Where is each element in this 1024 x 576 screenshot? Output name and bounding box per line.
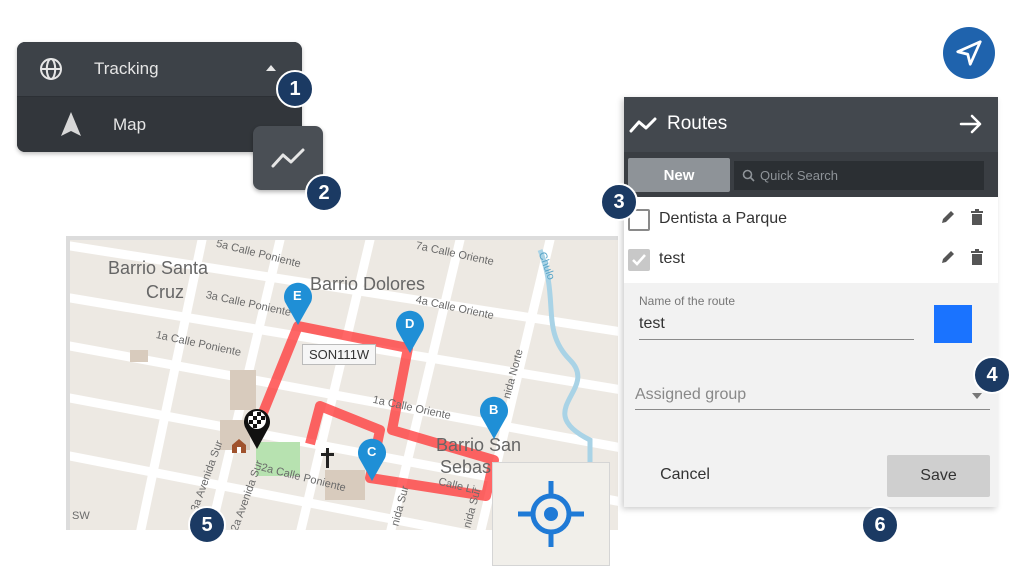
assigned-group-underline [635, 409, 990, 410]
route-row[interactable]: Dentista a Parque [624, 199, 998, 239]
vehicle-plate-label[interactable]: SON111W [302, 344, 377, 365]
new-route-button[interactable]: New [628, 158, 730, 192]
route-row[interactable]: test [624, 239, 998, 279]
save-button[interactable]: Save [887, 455, 990, 497]
edit-pencil-icon[interactable] [940, 209, 956, 225]
trash-icon[interactable] [970, 249, 984, 265]
routes-panel-header: Routes [624, 97, 998, 152]
caret-up-icon [266, 65, 276, 71]
route-name-input[interactable]: test [639, 315, 665, 333]
route-name: Dentista a Parque [659, 210, 788, 227]
menu-label-tracking: Tracking [94, 59, 159, 78]
marker-letter: B [489, 402, 499, 417]
navigation-button[interactable] [943, 27, 995, 79]
route-name-underline [639, 339, 914, 340]
vehicle-plate-text: SON111W [309, 347, 370, 362]
map-pin-icon [284, 282, 312, 325]
check-icon [632, 254, 646, 266]
route-checkbox[interactable] [628, 249, 650, 271]
map-pin-icon [396, 310, 424, 353]
routes-toolbar: New Quick Search [624, 152, 998, 197]
globe-icon [40, 58, 62, 80]
route-marker-c[interactable]: C [356, 436, 388, 487]
marker-letter: E [293, 288, 302, 303]
cancel-button[interactable]: Cancel [639, 457, 731, 493]
routes-panel: Routes New Quick Search Dentista a Parqu… [624, 97, 998, 507]
crosshair-icon [518, 481, 584, 547]
route-name-label: Name of the route [639, 294, 736, 308]
search-placeholder: Quick Search [760, 168, 839, 183]
route-marker-d[interactable]: D [394, 308, 426, 359]
search-icon [742, 169, 755, 182]
map-pin-icon [358, 438, 386, 481]
route-marker-e[interactable]: E [282, 280, 314, 331]
menu-label-map: Map [113, 115, 147, 134]
church-icon [232, 439, 246, 453]
map-pin-icon [480, 396, 508, 439]
dropdown-arrow-icon[interactable] [972, 393, 982, 399]
navigation-arrow-icon [61, 112, 81, 136]
callout-badge-2: 2 [305, 174, 343, 212]
route-line-icon [629, 117, 657, 133]
district-label: Cruz [146, 282, 185, 302]
quick-search-input[interactable]: Quick Search [734, 161, 984, 190]
cross-icon [321, 448, 334, 468]
callout-badge-5: 5 [188, 506, 226, 544]
callout-badge-4: 4 [973, 356, 1011, 394]
arrow-right-icon[interactable] [959, 113, 983, 135]
route-name: test [659, 250, 685, 267]
marker-letter: C [367, 444, 377, 459]
routes-list: Dentista a Parque test [624, 197, 998, 283]
menu-item-tracking[interactable]: Tracking [17, 42, 302, 97]
trash-icon[interactable] [970, 209, 984, 225]
marker-letter: D [405, 316, 415, 331]
send-arrow-icon [956, 40, 982, 66]
street-label: SW [72, 510, 90, 522]
route-marker-b[interactable]: B [478, 394, 510, 445]
district-label: Sebas [440, 457, 492, 477]
route-line-icon [271, 148, 305, 168]
callout-badge-6: 6 [861, 506, 899, 544]
edit-pencil-icon[interactable] [940, 249, 956, 265]
callout-badge-1: 1 [276, 70, 314, 108]
locate-button[interactable] [492, 462, 610, 566]
district-label: Barrio Santa [108, 258, 209, 278]
routes-panel-title: Routes [667, 113, 728, 134]
route-color-swatch[interactable] [934, 305, 972, 343]
district-label: Barrio Dolores [310, 274, 426, 294]
callout-badge-3: 3 [600, 183, 638, 221]
assigned-group-select[interactable]: Assigned group [635, 386, 746, 404]
